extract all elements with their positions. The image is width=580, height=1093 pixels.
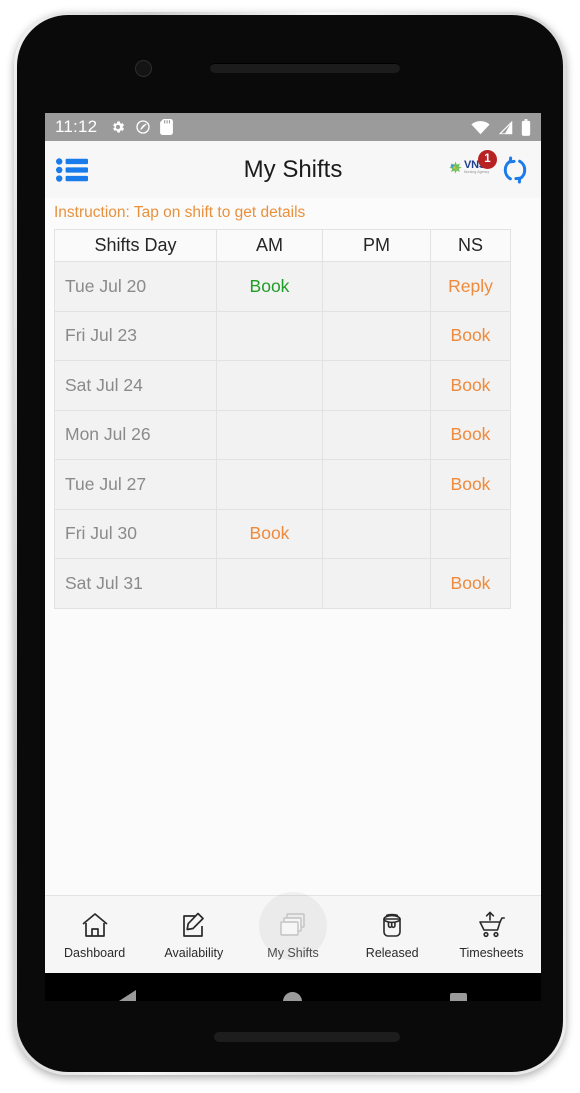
- tab-label: Timesheets: [459, 945, 524, 960]
- bottom-tab-bar: Dashboard Availability My Shifts Released Ti…: [45, 892, 541, 973]
- cart-upload-icon: [476, 910, 506, 940]
- sync-refresh-icon[interactable]: [500, 155, 530, 185]
- tab-my-shifts[interactable]: My Shifts: [243, 892, 342, 973]
- no-location-icon: [136, 120, 150, 134]
- table-row[interactable]: Fri Jul 30 Book: [54, 508, 511, 559]
- column-header-am: AM: [216, 229, 323, 262]
- column-header-pm: PM: [322, 229, 431, 262]
- table-row[interactable]: Mon Jul 26 Book: [54, 409, 511, 460]
- status-clock: 11:12: [55, 117, 98, 136]
- layered-cards-icon: [278, 910, 308, 940]
- shifts-table-body: Tue Jul 20 Book Reply Fri Jul 23 Book Sat Jul…: [54, 261, 511, 609]
- shift-day-cell[interactable]: Fri Jul 23: [54, 310, 217, 361]
- shift-pm-cell: [322, 310, 431, 361]
- tab-label: Dashboard: [64, 945, 126, 960]
- shift-day-cell[interactable]: Tue Jul 20: [54, 261, 217, 312]
- shift-pm-cell: [322, 360, 431, 411]
- shift-action-link[interactable]: Book: [451, 424, 491, 444]
- shift-am-cell: [216, 409, 323, 460]
- status-right-icons: [471, 118, 531, 136]
- phone-screen: 11:12 My Shifts VNS Nursing Agency 1 Ins…: [45, 113, 541, 1001]
- back-triangle-icon[interactable]: [118, 990, 136, 1001]
- shift-action-link[interactable]: Book: [250, 523, 290, 543]
- shift-day-cell[interactable]: Tue Jul 27: [54, 459, 217, 510]
- phone-body: 11:12 My Shifts VNS Nursing Agency 1 Ins…: [17, 15, 563, 1072]
- table-row[interactable]: Sat Jul 24 Book: [54, 360, 511, 411]
- shift-action-link[interactable]: Book: [451, 474, 491, 494]
- tab-dashboard[interactable]: Dashboard: [45, 896, 144, 973]
- vns-logo-subtext: Nursing Agency: [464, 169, 490, 174]
- signal-icon: [498, 120, 513, 134]
- tab-timesheets[interactable]: Timesheets: [442, 896, 541, 973]
- shifts-table-header: Shifts Day AM PM NS: [54, 229, 511, 262]
- paint-bucket-icon: [377, 910, 407, 940]
- vns-logo-button[interactable]: VNS Nursing Agency 1: [448, 149, 497, 184]
- app-bar: My Shifts VNS Nursing Agency 1: [45, 141, 541, 198]
- instruction-banner: Instruction: Tap on shift to get details: [45, 198, 541, 229]
- tab-label: Released: [365, 945, 419, 960]
- app-bar-actions: VNS Nursing Agency 1: [448, 149, 530, 185]
- column-header-day: Shifts Day: [54, 229, 217, 262]
- shift-day-cell[interactable]: Fri Jul 30: [54, 508, 217, 559]
- shift-ns-cell: [430, 508, 511, 559]
- shift-day-cell[interactable]: Mon Jul 26: [54, 409, 217, 460]
- shift-am-cell: [216, 360, 323, 411]
- shift-action-link[interactable]: Book: [451, 573, 491, 593]
- vns-starburst-icon: [449, 161, 462, 173]
- content-area: Instruction: Tap on shift to get details…: [45, 198, 541, 895]
- shift-pm-cell: [322, 261, 431, 312]
- shift-pm-cell: [322, 558, 431, 609]
- table-row[interactable]: Tue Jul 20 Book Reply: [54, 261, 511, 312]
- status-left-icons: [110, 119, 174, 135]
- status-bar: 11:12: [45, 113, 541, 141]
- shifts-table: Shifts Day AM PM NS Tue Jul 20 Book Reply F…: [54, 229, 511, 609]
- shift-ns-cell[interactable]: Reply: [430, 261, 511, 312]
- shift-ns-cell[interactable]: Book: [430, 310, 511, 361]
- notification-badge: 1: [478, 149, 497, 169]
- bottom-speaker: [214, 1032, 400, 1042]
- shift-ns-cell[interactable]: Book: [430, 409, 511, 460]
- home-circle-icon[interactable]: [283, 991, 303, 1001]
- shift-action-link[interactable]: Book: [451, 375, 491, 395]
- edit-square-icon: [179, 910, 209, 940]
- shift-pm-cell: [322, 459, 431, 510]
- home-icon: [80, 910, 110, 940]
- table-row[interactable]: Fri Jul 23 Book: [54, 310, 511, 361]
- gear-icon: [113, 121, 125, 133]
- shift-pm-cell: [322, 508, 431, 559]
- tab-label: Availability: [164, 945, 224, 960]
- shift-day-cell[interactable]: Sat Jul 31: [54, 558, 217, 609]
- tab-released[interactable]: Released: [343, 896, 442, 973]
- shift-am-cell: [216, 310, 323, 361]
- column-header-ns: NS: [430, 229, 511, 262]
- list-menu-icon[interactable]: [56, 157, 88, 182]
- empty-list-area: [45, 608, 541, 895]
- table-header-row: Shifts Day AM PM NS: [54, 229, 511, 262]
- tab-label: My Shifts: [267, 945, 319, 960]
- shift-am-cell: [216, 459, 323, 510]
- front-camera-icon: [135, 60, 152, 77]
- shift-am-cell: [216, 558, 323, 609]
- phone-frame: 11:12 My Shifts VNS Nursing Agency 1 Ins…: [14, 12, 566, 1075]
- sd-card-icon: [160, 119, 174, 135]
- shift-pm-cell: [322, 409, 431, 460]
- table-row[interactable]: Sat Jul 31 Book: [54, 558, 511, 609]
- shift-ns-cell[interactable]: Book: [430, 459, 511, 510]
- tab-availability[interactable]: Availability: [144, 896, 243, 973]
- earpiece-speaker: [210, 63, 400, 73]
- shift-action-link[interactable]: Reply: [448, 276, 493, 296]
- shift-day-cell[interactable]: Sat Jul 24: [54, 360, 217, 411]
- shift-action-link[interactable]: Book: [451, 325, 491, 345]
- shift-ns-cell[interactable]: Book: [430, 360, 511, 411]
- battery-icon: [521, 118, 531, 136]
- table-row[interactable]: Tue Jul 27 Book: [54, 459, 511, 510]
- shift-am-cell[interactable]: Book: [216, 508, 323, 559]
- android-nav-bar: [45, 973, 541, 1001]
- recents-square-icon[interactable]: [450, 992, 468, 1001]
- shift-am-cell[interactable]: Book: [216, 261, 323, 312]
- wifi-icon: [471, 120, 490, 134]
- shift-ns-cell[interactable]: Book: [430, 558, 511, 609]
- shift-action-link[interactable]: Book: [250, 276, 290, 296]
